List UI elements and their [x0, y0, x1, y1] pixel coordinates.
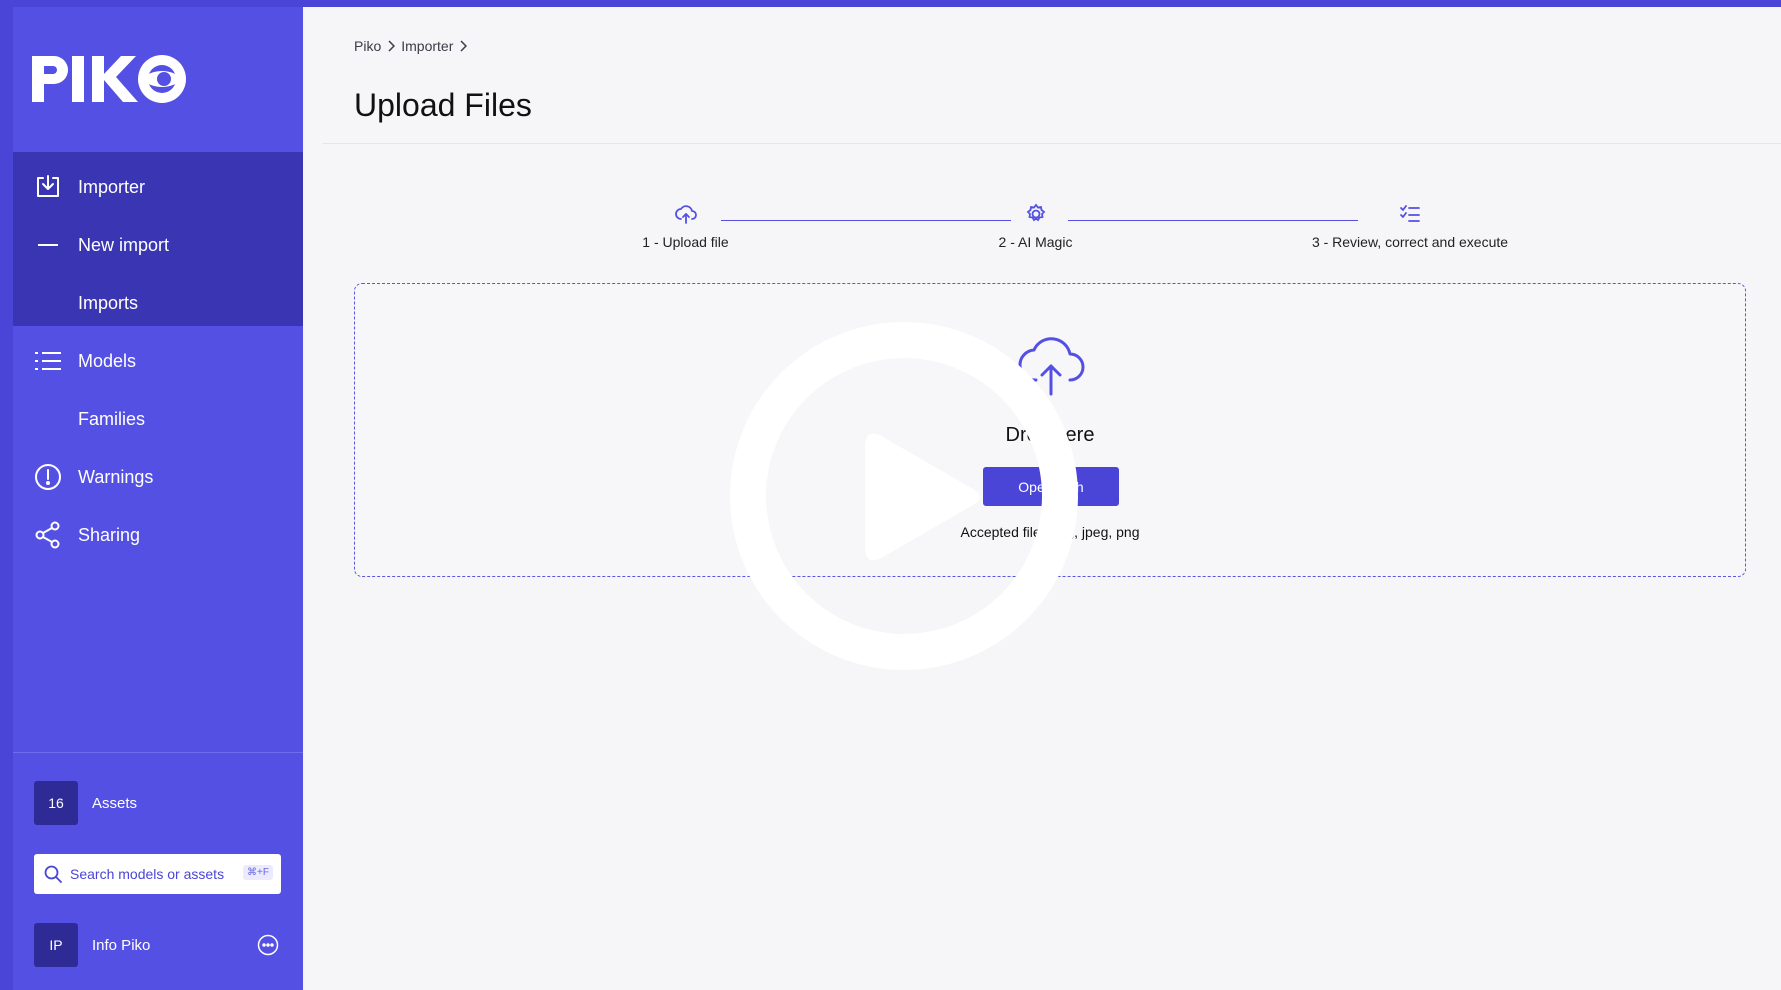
search-input[interactable]: Search models or assets ⌘+F: [34, 854, 281, 894]
sidebar-item-label: New import: [78, 234, 170, 255]
search-placeholder: Search models or assets: [70, 866, 225, 882]
step-label: 1 - Upload file: [642, 234, 729, 250]
sidebar-item-label: Warnings: [78, 466, 154, 487]
sidebar-item-models[interactable]: Models: [13, 332, 303, 390]
sidebar-item-label: Models: [78, 350, 137, 371]
step-label: 3 - Review, correct and execute: [1311, 234, 1509, 250]
breadcrumb: Piko Importer: [354, 38, 473, 54]
sidebar-item-warnings[interactable]: Warnings: [13, 448, 303, 506]
avatar: IP: [34, 923, 78, 967]
sidebar-item-label: Importer: [78, 176, 146, 197]
sidebar-item-label: Families: [78, 408, 146, 429]
more-options-icon[interactable]: [257, 934, 279, 956]
piko-logo[interactable]: [30, 52, 190, 113]
search-icon: [44, 865, 62, 883]
sidebar-item-label: Imports: [78, 292, 139, 313]
assets-label: Assets: [92, 794, 138, 812]
breadcrumb-item-importer[interactable]: Importer: [401, 38, 453, 54]
dash-icon: [34, 231, 62, 259]
sidebar-item-families[interactable]: Families: [13, 390, 303, 448]
chevron-right-icon: [459, 40, 468, 52]
search-shortcut-badge: ⌘+F: [243, 865, 273, 880]
share-icon: [34, 521, 62, 549]
sidebar: Importer New import Imports Models Famil…: [13, 7, 303, 990]
step-upload-file: 1 - Upload file: [613, 202, 758, 250]
assets-link[interactable]: 16 Assets: [34, 781, 137, 825]
step-label: 2 - AI Magic: [998, 234, 1073, 250]
alert-circle-icon: [34, 463, 62, 491]
chevron-right-icon: [387, 40, 396, 52]
list-icon: [34, 347, 62, 375]
sidebar-item-importer[interactable]: Importer: [13, 158, 303, 216]
breadcrumb-item-piko[interactable]: Piko: [354, 38, 381, 54]
stepper: 1 - Upload file 2 - AI Magic 3 - Review,…: [303, 202, 1781, 262]
cloud-upload-icon: [674, 205, 697, 224]
page-title: Upload Files: [354, 87, 532, 123]
gear-icon: [1026, 203, 1045, 222]
sidebar-item-imports[interactable]: Imports: [13, 274, 303, 332]
sidebar-item-sharing[interactable]: Sharing: [13, 506, 303, 564]
header-divider: [323, 143, 1781, 144]
sidebar-item-label: Sharing: [78, 524, 141, 545]
checklist-icon: [1400, 205, 1420, 222]
import-icon: [34, 173, 62, 201]
step-ai-magic: 2 - AI Magic: [963, 202, 1108, 250]
user-profile[interactable]: IP Info Piko: [34, 923, 284, 967]
user-name: Info Piko: [92, 936, 151, 954]
sidebar-divider: [13, 752, 303, 753]
play-icon[interactable]: [730, 322, 1078, 670]
step-review: 3 - Review, correct and execute: [1285, 202, 1535, 250]
assets-count-badge: 16: [34, 781, 78, 825]
sidebar-item-new-import[interactable]: New import: [13, 216, 303, 274]
